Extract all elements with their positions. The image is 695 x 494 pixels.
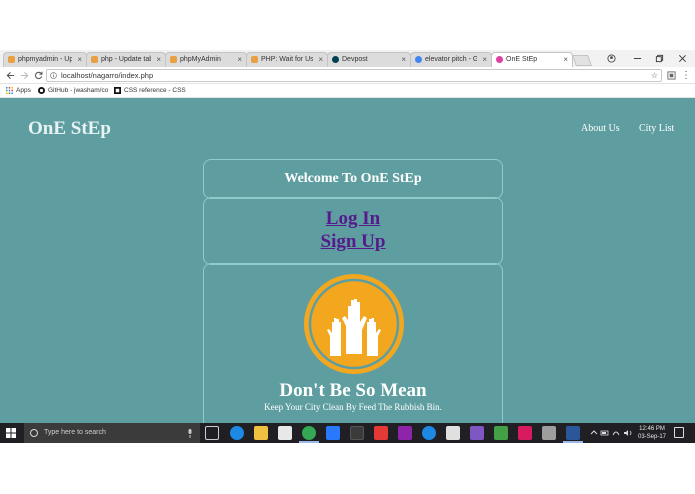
apps-grid-icon bbox=[6, 87, 13, 94]
chrome-icon[interactable] bbox=[299, 426, 319, 443]
nav-link-about-us[interactable]: About Us bbox=[581, 123, 620, 134]
tab-php-wait-for-user[interactable]: PHP: Wait for Use × bbox=[246, 52, 328, 67]
tab-label: Devpost bbox=[342, 56, 368, 63]
browser-toolbar: localhost/nagarro/index.php ☆ ⋮ bbox=[0, 67, 695, 84]
bookmark-label: CSS reference - CSS bbox=[124, 87, 186, 94]
minimize-icon[interactable] bbox=[626, 50, 648, 67]
bookmark-css-reference[interactable]: CSS reference - CSS bbox=[114, 84, 186, 97]
tab-label: elevator pitch - G bbox=[425, 56, 477, 63]
close-icon[interactable]: × bbox=[318, 53, 323, 66]
pink-app-icon[interactable] bbox=[518, 426, 532, 440]
tab-one-step[interactable]: OnE StEp × bbox=[491, 52, 573, 67]
word-icon[interactable] bbox=[563, 426, 583, 443]
hero-subtitle: Keep Your City Clean By Feed The Rubbish… bbox=[264, 402, 442, 412]
extension-icon[interactable] bbox=[665, 67, 677, 84]
screen-letterbox bbox=[0, 443, 695, 494]
taskbar-search-input[interactable]: Type here to search bbox=[24, 423, 200, 443]
file-explorer-icon[interactable] bbox=[254, 426, 268, 440]
hero-panel: Don't Be So Mean Keep Your City Clean By… bbox=[203, 263, 503, 423]
bookmark-apps[interactable]: Apps bbox=[6, 84, 31, 97]
visual-studio-icon[interactable] bbox=[470, 426, 484, 440]
close-icon[interactable]: × bbox=[237, 53, 242, 66]
bookmark-label: GitHub - jwasham/co bbox=[48, 87, 109, 94]
search-placeholder: Type here to search bbox=[44, 429, 106, 436]
restore-icon[interactable] bbox=[648, 50, 670, 67]
clock-time: 12:46 PM bbox=[639, 426, 665, 432]
page-info-icon[interactable] bbox=[50, 70, 57, 83]
bookmark-label: Apps bbox=[16, 87, 31, 94]
system-tray[interactable] bbox=[588, 423, 634, 443]
tab-label: OnE StEp bbox=[506, 56, 538, 63]
tab-strip: phpmyadmin - Up × php - Update tab × php… bbox=[0, 50, 695, 67]
signup-link[interactable]: Sign Up bbox=[204, 231, 502, 253]
search-icon bbox=[30, 429, 38, 437]
nav-link-city-list[interactable]: City List bbox=[639, 123, 674, 134]
phpmyadmin-favicon-icon bbox=[170, 56, 177, 63]
tab-phpmyadmin-update[interactable]: phpmyadmin - Up × bbox=[3, 52, 87, 67]
site-brand[interactable]: OnE StEp bbox=[28, 118, 111, 140]
mail-icon[interactable] bbox=[446, 426, 460, 440]
welcome-panel: Welcome To OnE StEp bbox=[203, 159, 503, 199]
screen: phpmyadmin - Up × php - Update tab × php… bbox=[0, 0, 695, 494]
player-icon[interactable] bbox=[422, 426, 436, 440]
store-icon[interactable] bbox=[278, 426, 292, 440]
hero-title: Don't Be So Mean bbox=[279, 380, 427, 401]
close-icon[interactable]: × bbox=[401, 53, 406, 66]
tab-label: phpMyAdmin bbox=[180, 56, 221, 63]
edge-browser-icon[interactable] bbox=[230, 426, 244, 440]
google-favicon-icon bbox=[415, 56, 422, 63]
bookmark-star-icon[interactable]: ☆ bbox=[651, 70, 658, 81]
close-icon[interactable]: × bbox=[482, 53, 487, 66]
phpmyadmin-favicon-icon bbox=[8, 56, 15, 63]
close-icon[interactable]: × bbox=[156, 53, 161, 66]
phpstorm-icon[interactable] bbox=[398, 426, 412, 440]
bookmarks-bar: Apps GitHub - jwasham/co CSS reference -… bbox=[0, 84, 695, 98]
tab-label: php - Update tab bbox=[101, 56, 151, 63]
app-icon[interactable] bbox=[350, 426, 364, 440]
green-app-icon[interactable] bbox=[494, 426, 508, 440]
bookmark-github[interactable]: GitHub - jwasham/co bbox=[38, 84, 108, 97]
clock-date: 03-Sep-17 bbox=[637, 434, 667, 440]
devpost-favicon-icon bbox=[332, 56, 339, 63]
taskbar-clock[interactable]: 12:46 PM 03-Sep-17 bbox=[637, 425, 667, 441]
media-player-icon[interactable] bbox=[326, 426, 340, 440]
tab-elevator-pitch[interactable]: elevator pitch - G × bbox=[410, 52, 492, 67]
menu-dots-icon[interactable]: ⋮ bbox=[680, 67, 692, 84]
profile-icon[interactable] bbox=[600, 50, 622, 67]
tab-devpost[interactable]: Devpost × bbox=[327, 52, 411, 67]
gray-app-icon[interactable] bbox=[542, 426, 556, 440]
tab-php-update-table[interactable]: php - Update tab × bbox=[86, 52, 166, 67]
welcome-heading: Welcome To OnE StEp bbox=[284, 171, 422, 186]
tab-label: phpmyadmin - Up bbox=[18, 56, 72, 63]
address-text: localhost/nagarro/index.php bbox=[61, 71, 154, 80]
address-bar[interactable]: localhost/nagarro/index.php ☆ bbox=[46, 69, 662, 82]
forward-arrow-icon[interactable] bbox=[18, 67, 30, 84]
stackoverflow-favicon-icon bbox=[251, 56, 258, 63]
one-step-favicon-icon bbox=[496, 56, 503, 63]
github-icon bbox=[38, 87, 45, 94]
auth-panel: Log In Sign Up bbox=[203, 197, 503, 265]
task-view-icon[interactable] bbox=[205, 426, 219, 440]
tray-icons bbox=[590, 430, 632, 436]
windows-taskbar: Type here to search 12:46 PM 03-Sep-17 bbox=[0, 423, 695, 443]
tab-phpmyadmin[interactable]: phpMyAdmin × bbox=[165, 52, 247, 67]
tab-label: PHP: Wait for Use bbox=[261, 56, 313, 63]
back-arrow-icon[interactable] bbox=[4, 67, 16, 84]
css-reference-icon bbox=[114, 87, 121, 94]
windows-start-icon[interactable] bbox=[6, 428, 16, 438]
reload-icon[interactable] bbox=[32, 67, 44, 84]
raised-hands-logo-icon bbox=[304, 274, 404, 374]
stackoverflow-favicon-icon bbox=[91, 56, 98, 63]
login-link[interactable]: Log In bbox=[204, 208, 502, 230]
action-center-icon[interactable] bbox=[674, 427, 684, 438]
web-page: OnE StEp About Us City List Welcome To O… bbox=[0, 98, 695, 423]
close-icon[interactable]: × bbox=[563, 53, 568, 66]
close-window-icon[interactable] bbox=[671, 50, 693, 67]
close-icon[interactable]: × bbox=[77, 53, 82, 66]
new-tab-button[interactable] bbox=[571, 55, 593, 66]
matlab-icon[interactable] bbox=[374, 426, 388, 440]
